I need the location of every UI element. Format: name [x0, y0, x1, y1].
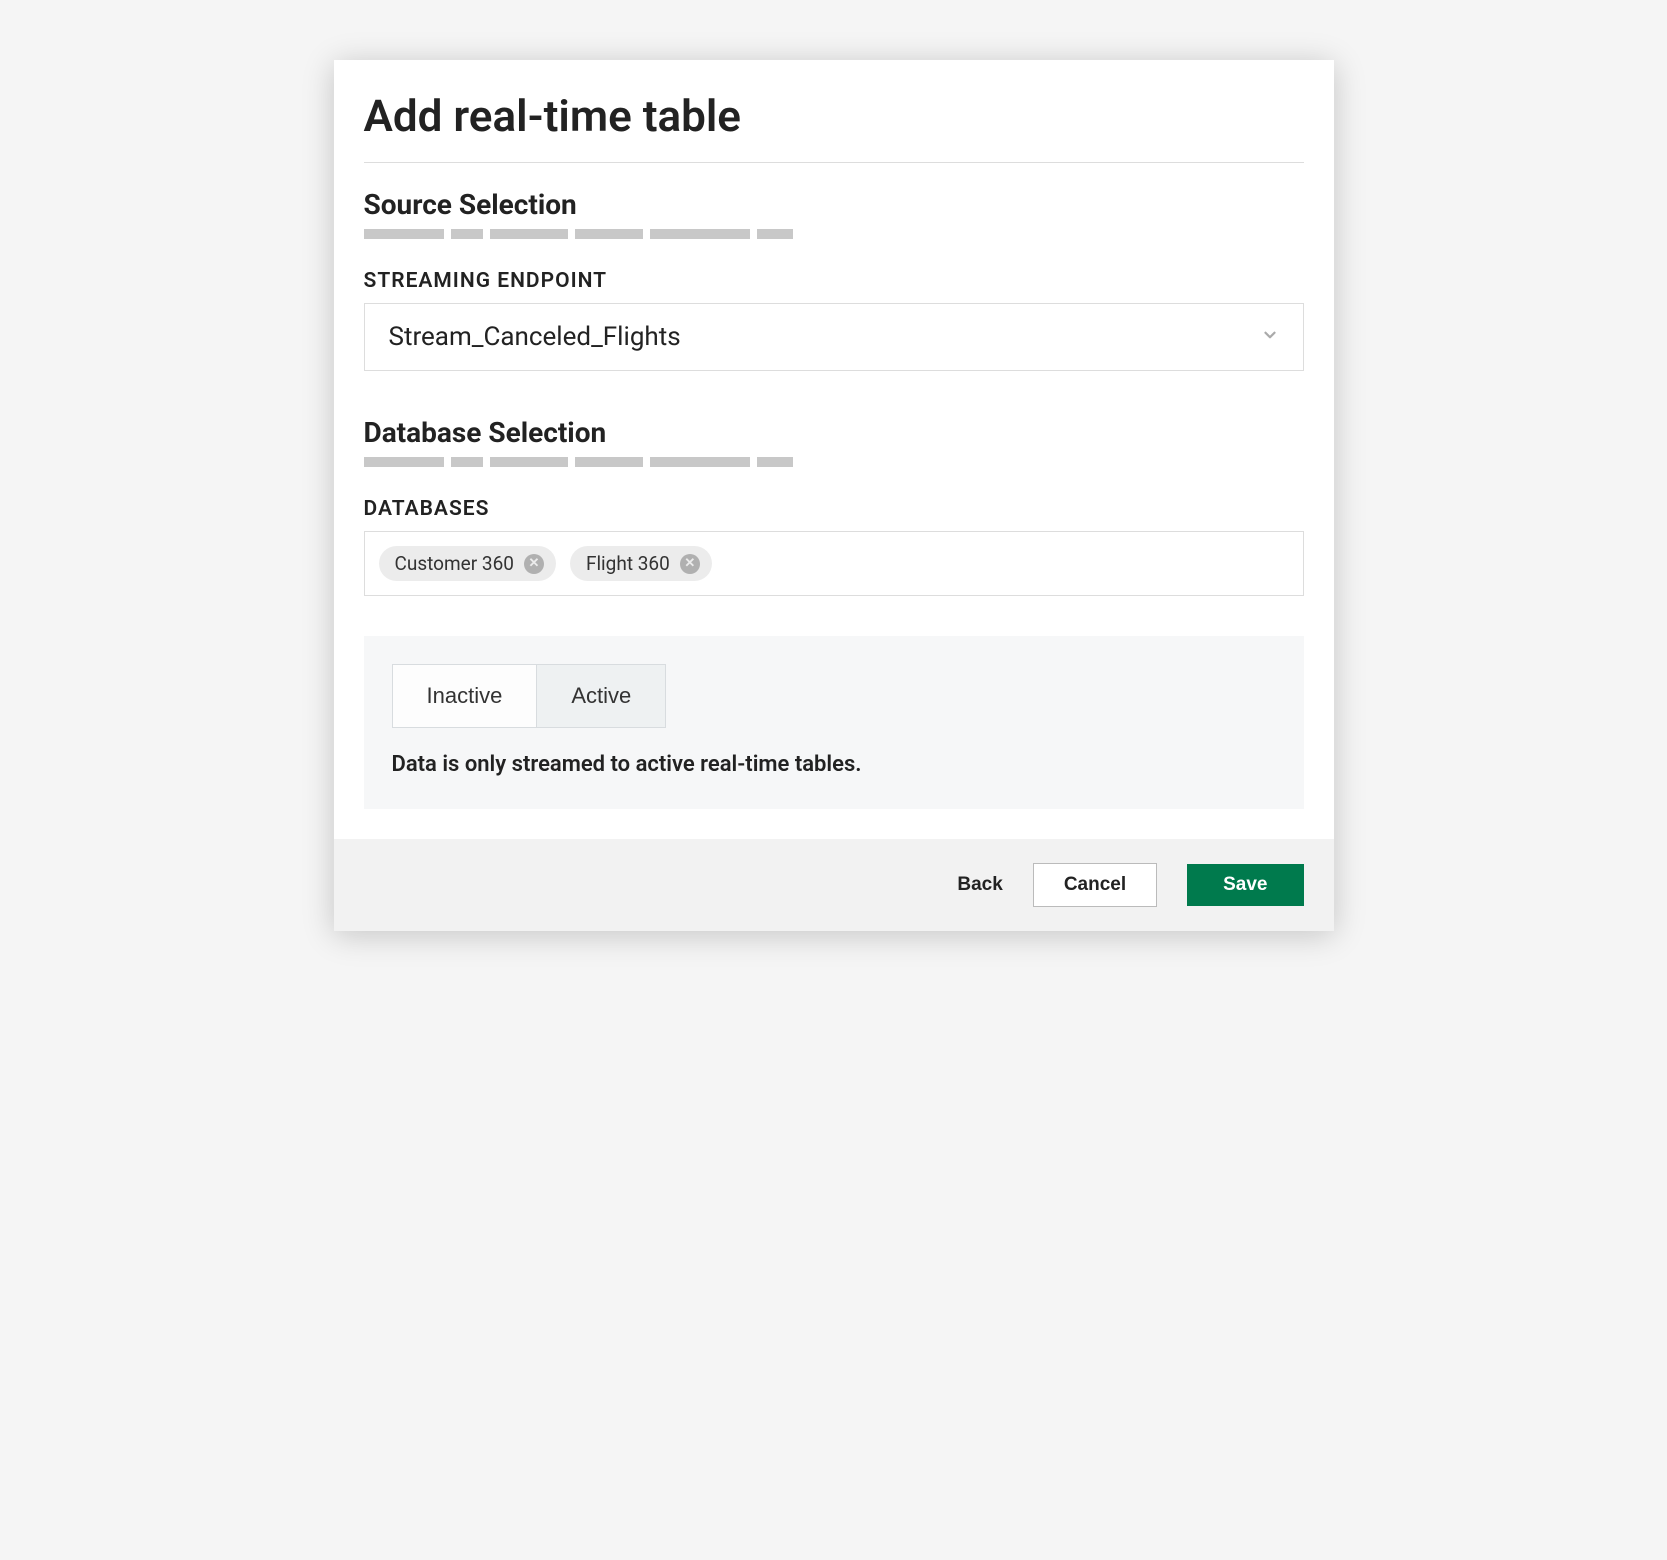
skeleton-bar — [757, 457, 793, 467]
back-button[interactable]: Back — [957, 874, 1002, 896]
streaming-endpoint-label: STREAMING ENDPOINT — [364, 269, 1304, 293]
modal-title: Add real-time table — [364, 90, 1304, 142]
skeleton-bar — [451, 457, 483, 467]
database-chip: Flight 360 ✕ — [570, 546, 712, 581]
status-panel: Inactive Active Data is only streamed to… — [364, 636, 1304, 809]
modal-body: Add real-time table Source Selection STR… — [334, 60, 1334, 839]
status-toggle-group: Inactive Active — [392, 664, 667, 728]
chip-label: Flight 360 — [586, 552, 670, 575]
skeleton-bar — [650, 457, 750, 467]
skeleton-bar — [364, 229, 444, 239]
streaming-endpoint-select[interactable]: Stream_Canceled_Flights — [364, 303, 1304, 371]
skeleton-bar — [490, 457, 568, 467]
chip-label: Customer 360 — [395, 552, 514, 575]
status-toggle-inactive[interactable]: Inactive — [393, 665, 537, 727]
database-chip: Customer 360 ✕ — [379, 546, 556, 581]
skeleton-bar — [650, 229, 750, 239]
status-description: Data is only streamed to active real-tim… — [392, 752, 1276, 777]
status-toggle-active[interactable]: Active — [536, 665, 665, 727]
skeleton-bar — [575, 457, 643, 467]
chevron-down-icon — [1261, 326, 1279, 349]
skeleton-bar — [575, 229, 643, 239]
add-real-time-table-modal: Add real-time table Source Selection STR… — [334, 60, 1334, 931]
close-icon[interactable]: ✕ — [524, 554, 544, 574]
databases-label: DATABASES — [364, 497, 1304, 521]
streaming-endpoint-value: Stream_Canceled_Flights — [389, 322, 681, 352]
databases-input[interactable]: Customer 360 ✕ Flight 360 ✕ — [364, 531, 1304, 596]
skeleton-bar — [364, 457, 444, 467]
skeleton-bar — [451, 229, 483, 239]
database-selection-heading: Database Selection — [364, 416, 1304, 449]
cancel-button[interactable]: Cancel — [1033, 863, 1157, 907]
database-description-skeleton — [364, 457, 1304, 467]
divider — [364, 162, 1304, 163]
source-selection-heading: Source Selection — [364, 188, 1304, 221]
skeleton-bar — [757, 229, 793, 239]
skeleton-bar — [490, 229, 568, 239]
modal-footer: Back Cancel Save — [334, 839, 1334, 931]
source-description-skeleton — [364, 229, 1304, 239]
close-icon[interactable]: ✕ — [680, 554, 700, 574]
save-button[interactable]: Save — [1187, 864, 1303, 906]
